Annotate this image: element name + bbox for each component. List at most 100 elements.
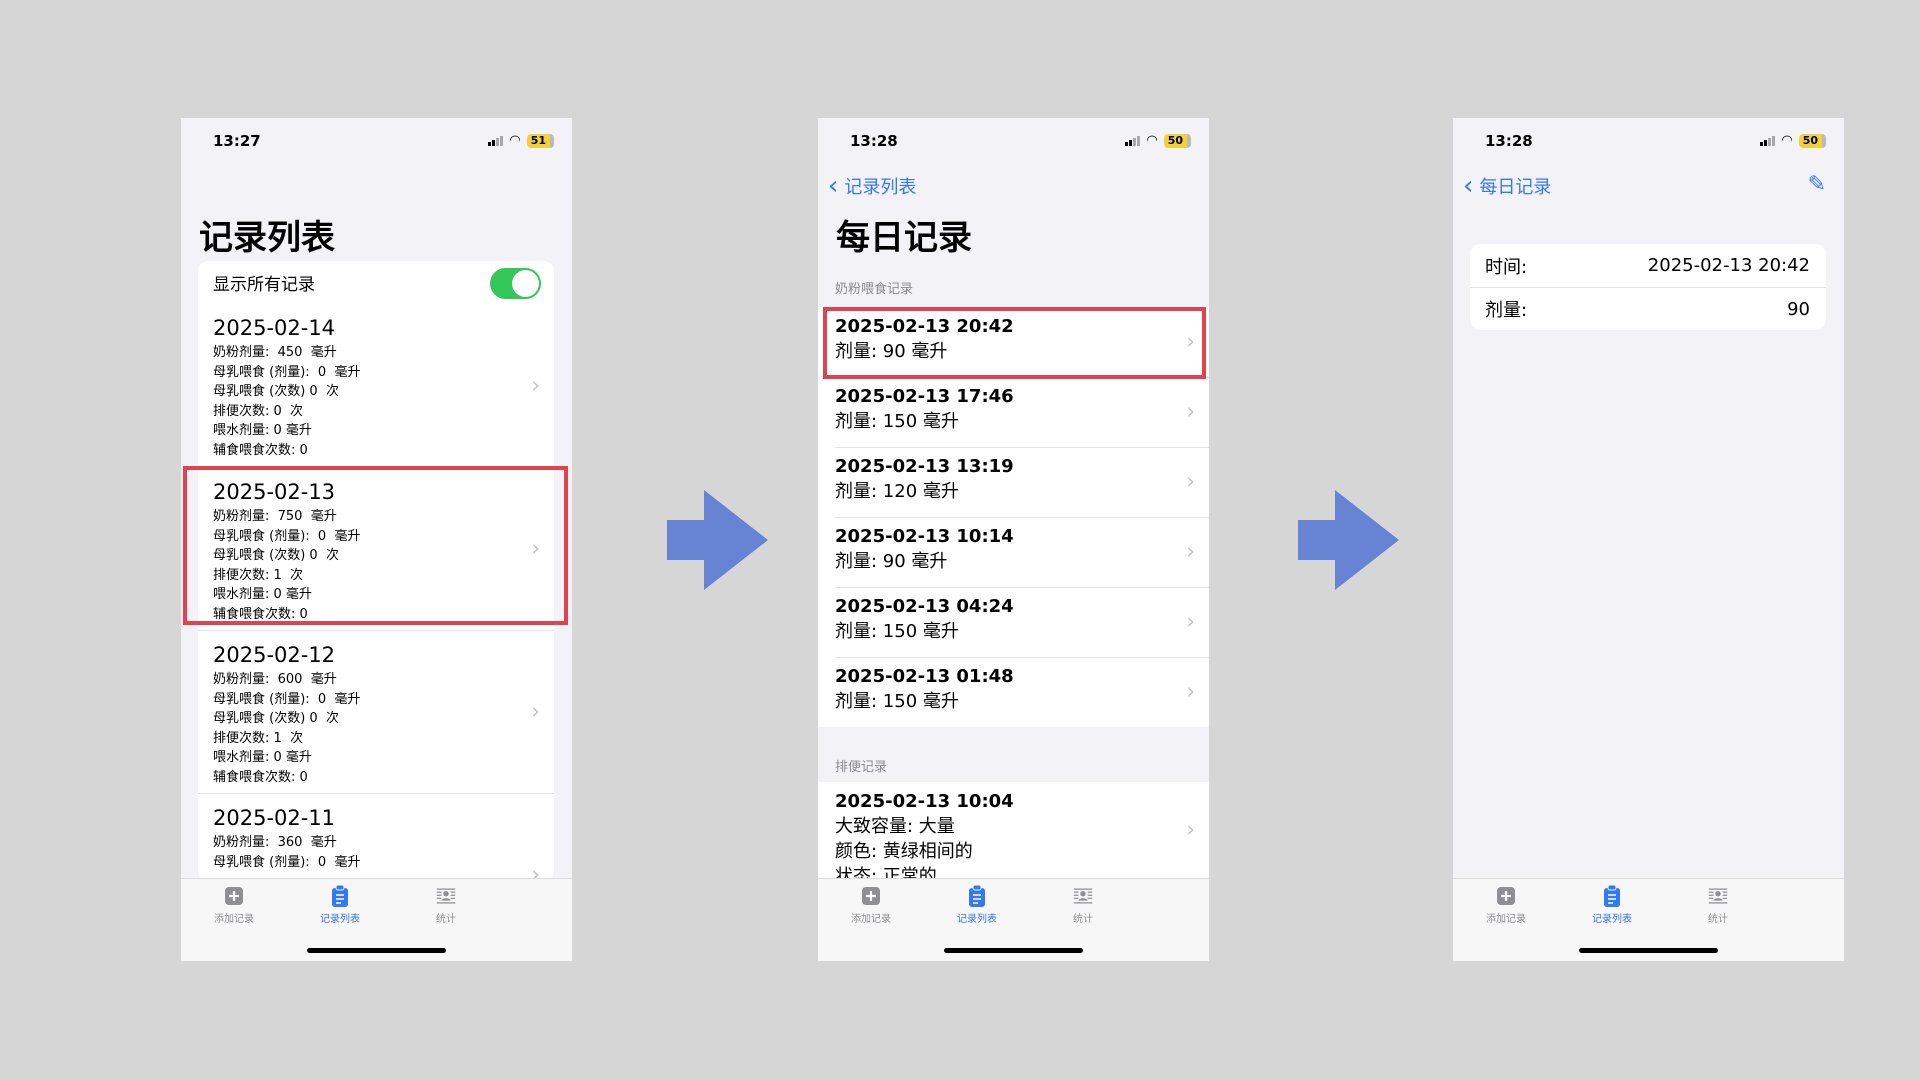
battery-icon: 50 — [1163, 133, 1191, 148]
record-detail-line: 大致容量: 大量 — [835, 816, 955, 837]
show-all-toggle[interactable] — [490, 268, 541, 299]
wifi-icon: ◠ — [1781, 133, 1793, 148]
plus-square-icon — [1497, 887, 1515, 905]
chevron-right-icon: › — [1186, 679, 1195, 705]
chevron-right-icon: › — [1186, 609, 1195, 635]
home-indicator — [307, 948, 446, 953]
day-detail-line: 排便次数: 0 次 — [213, 403, 304, 419]
tab-stats[interactable]: 统计 — [406, 885, 486, 925]
record-amount: 剂量: 150 毫升 — [835, 411, 959, 432]
detail-row: 时间: 2025-02-13 20:42 — [1470, 244, 1826, 287]
back-label: 每日记录 — [1479, 177, 1552, 198]
back-button[interactable]: ‹ 记录列表 — [828, 173, 916, 199]
tab-label: 统计 — [1708, 914, 1728, 925]
status-time: 13:28 — [850, 132, 898, 150]
day-detail-line: 母乳喂食 (次数) 0 次 — [213, 384, 339, 399]
formula-section-header: 奶粉喂食记录 — [835, 282, 914, 297]
record-time: 2025-02-13 10:14 — [835, 526, 1014, 547]
back-button[interactable]: ‹ 每日记录 — [1463, 173, 1551, 199]
highlight-box — [183, 466, 568, 625]
tab-label: 添加记录 — [1486, 914, 1526, 925]
day-row[interactable]: 2025-02-12 奶粉剂量: 600 毫升母乳喂食 (剂量): 0 毫升 母乳喂… — [198, 630, 554, 793]
day-detail-line: 奶粉剂量: 600 毫升 — [213, 672, 337, 687]
field-value: 2025-02-13 20:42 — [1647, 255, 1810, 276]
day-detail-line: 奶粉剂量: 360 毫升 — [213, 835, 337, 850]
signal-icon — [1760, 135, 1776, 146]
day-detail-line: 母乳喂食 (剂量): 0 毫升 — [213, 854, 361, 870]
plus-square-icon — [225, 887, 243, 905]
status-icons: ◠ 50 — [1760, 133, 1826, 148]
record-time: 2025-02-13 10:04 — [835, 791, 1014, 812]
screen-record-list: 13:27 ◠ 51 记录列表 显示所有记录 2025-02-14 奶粉剂量: 4… — [181, 118, 572, 961]
tab-record-list[interactable]: 记录列表 — [937, 885, 1017, 925]
day-detail-line: 母乳喂食 (剂量): 0 毫升 — [213, 691, 361, 707]
formula-record-row[interactable]: 2025-02-13 04:24 剂量: 150 毫升 › — [818, 587, 1209, 657]
day-detail-line: 喂水剂量: 0 毫升 — [213, 750, 312, 765]
screen-daily-record: 13:28 ◠ 50 ‹ 记录列表 每日记录 奶粉喂食记录 2025-02-13 … — [818, 118, 1209, 961]
formula-record-row[interactable]: 2025-02-13 17:46 剂量: 150 毫升 › — [818, 377, 1209, 447]
tab-stats[interactable]: 统计 — [1043, 885, 1123, 925]
record-time: 2025-02-13 04:24 — [835, 596, 1014, 617]
arrow-right-icon — [667, 490, 768, 590]
tab-record-list[interactable]: 记录列表 — [300, 885, 380, 925]
field-label: 剂量: — [1485, 300, 1528, 321]
chevron-right-icon: › — [1186, 817, 1195, 843]
stats-icon — [436, 888, 456, 904]
day-row[interactable]: 2025-02-14 奶粉剂量: 450 毫升 母乳喂食 (剂量): 0 毫升 母乳喂… — [198, 304, 554, 467]
tab-label: 统计 — [1073, 914, 1093, 925]
tab-label: 记录列表 — [1592, 914, 1632, 925]
day-detail-line: 奶粉剂量: 450 毫升 — [213, 345, 337, 360]
formula-record-row[interactable]: 2025-02-13 13:19 剂量: 120 毫升 › — [818, 447, 1209, 517]
clipboard-icon — [969, 885, 985, 907]
battery-icon: 50 — [1798, 133, 1826, 148]
detail-card: 时间: 2025-02-13 20:42 剂量: 90 — [1470, 244, 1826, 330]
edit-pencil-icon[interactable]: ✎ — [1808, 172, 1826, 197]
field-label: 时间: — [1485, 256, 1528, 278]
day-date: 2025-02-11 — [213, 806, 336, 830]
tab-label: 添加记录 — [851, 914, 891, 925]
chevron-right-icon: › — [1186, 539, 1195, 565]
record-time: 2025-02-13 01:48 — [835, 666, 1014, 687]
show-all-toggle-row: 显示所有记录 — [198, 261, 554, 304]
day-detail-line: 母乳喂食 (次数) 0 次 — [213, 711, 339, 726]
chevron-right-icon: › — [1186, 469, 1195, 495]
chevron-right-icon: › — [1186, 399, 1195, 425]
chevron-right-icon: › — [531, 699, 540, 725]
day-detail-line: 排便次数: 1 次 — [213, 730, 304, 746]
stats-icon — [1708, 888, 1728, 904]
tab-bar: 添加记录 记录列表 统计 — [1453, 878, 1844, 961]
wifi-icon: ◠ — [1146, 133, 1158, 148]
signal-icon — [488, 135, 504, 146]
day-date: 2025-02-12 — [213, 643, 336, 667]
show-all-label: 显示所有记录 — [213, 275, 315, 295]
battery-icon: 51 — [526, 133, 554, 148]
chevron-left-icon: ‹ — [1463, 171, 1474, 201]
back-label: 记录列表 — [844, 177, 917, 198]
status-time: 13:28 — [1485, 132, 1533, 150]
day-detail-line: 喂水剂量: 0 毫升 — [213, 423, 312, 438]
signal-icon — [1125, 135, 1141, 146]
tab-label: 统计 — [436, 914, 456, 925]
wifi-icon: ◠ — [509, 133, 521, 148]
tab-add-record[interactable]: 添加记录 — [831, 885, 911, 925]
highlight-box — [823, 307, 1206, 379]
day-detail-line: 辅食喂食次数: 0 — [213, 769, 308, 785]
tab-add-record[interactable]: 添加记录 — [1466, 885, 1546, 925]
status-icons: ◠ 51 — [488, 133, 554, 148]
clipboard-icon — [332, 885, 348, 907]
tab-stats[interactable]: 统计 — [1678, 885, 1758, 925]
tab-record-list[interactable]: 记录列表 — [1572, 885, 1652, 925]
chevron-right-icon: › — [531, 373, 540, 398]
stats-icon — [1073, 888, 1093, 904]
record-detail-line: 颜色: 黄绿相间的 — [835, 841, 973, 862]
record-amount: 剂量: 90 毫升 — [835, 551, 948, 572]
formula-record-row[interactable]: 2025-02-13 10:14 剂量: 90 毫升 › — [818, 517, 1209, 587]
day-detail-line: 母乳喂食 (剂量): 0 毫升 — [213, 364, 361, 380]
status-icons: ◠ 50 — [1125, 133, 1191, 148]
arrow-right-icon — [1298, 490, 1399, 590]
record-time: 2025-02-13 13:19 — [835, 456, 1014, 477]
tab-add-record[interactable]: 添加记录 — [194, 885, 274, 925]
record-amount: 剂量: 150 毫升 — [835, 691, 959, 712]
formula-record-row[interactable]: 2025-02-13 01:48 剂量: 150 毫升 › — [818, 657, 1209, 727]
day-row[interactable]: 2025-02-11 奶粉剂量: 360 毫升 母乳喂食 (剂量): 0 毫升 › — [198, 793, 554, 881]
